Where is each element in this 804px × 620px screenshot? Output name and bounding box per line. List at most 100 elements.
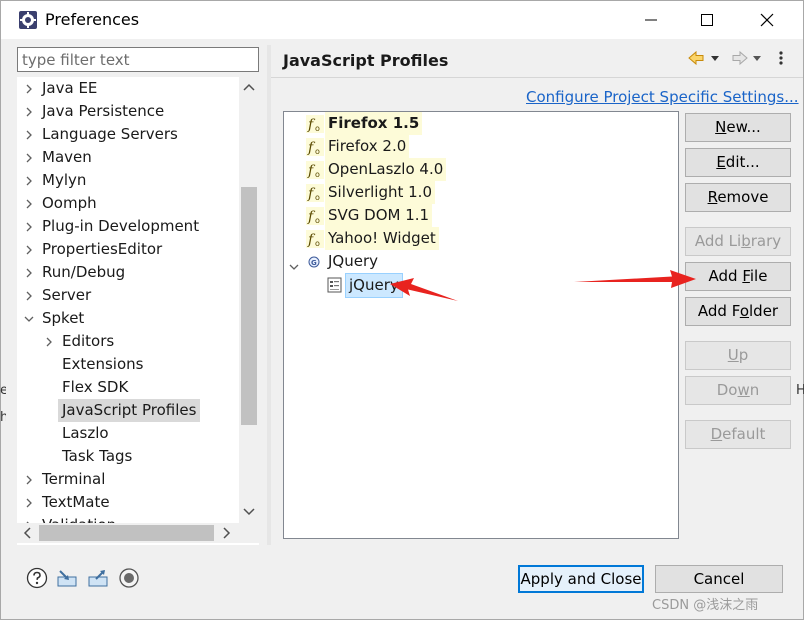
profile-label: SVG DOM 1.1 <box>325 204 433 227</box>
profile-tree-item[interactable]: f o Silverlight 1.0 <box>284 181 678 204</box>
tree-item[interactable]: Terminal <box>17 468 239 491</box>
function-icon: fo <box>306 207 324 225</box>
tree-item[interactable]: JavaScript Profiles <box>17 399 239 422</box>
tree-item[interactable]: Editors <box>17 330 239 353</box>
svg-text:o: o <box>315 170 320 179</box>
profile-tree-item[interactable]: f o OpenLaszlo 4.0 <box>284 158 678 181</box>
close-window-button[interactable] <box>739 1 795 39</box>
tree-item-label: Plug-in Development <box>42 217 200 235</box>
tree-item[interactable]: Maven <box>17 146 239 169</box>
tree-item[interactable]: Run/Debug <box>17 261 239 284</box>
library-icon <box>326 276 344 294</box>
tree-item[interactable]: Flex SDK <box>17 376 239 399</box>
tree-item[interactable]: Extensions <box>17 353 239 376</box>
remove-button[interactable]: Remove <box>685 183 791 212</box>
chevron-right-icon[interactable] <box>22 238 36 261</box>
tree-horizontal-scroll-thumb[interactable] <box>39 525 214 541</box>
forward-dropdown-icon[interactable] <box>753 56 761 61</box>
tree-item[interactable]: Task Tags <box>17 445 239 468</box>
profile-tree-item[interactable]: G JQuery <box>284 250 678 273</box>
profile-label: OpenLaszlo 4.0 <box>325 158 447 181</box>
record-icon[interactable] <box>118 567 140 589</box>
tree-item[interactable]: Laszlo <box>17 422 239 445</box>
tree-item[interactable]: Oomph <box>17 192 239 215</box>
profile-tree-item[interactable]: f o Firefox 1.5 <box>284 112 678 135</box>
background-window-edge: e <box>0 383 6 398</box>
chevron-right-icon[interactable] <box>22 77 36 100</box>
tree-item[interactable]: TextMate <box>17 491 239 514</box>
profile-tree-item[interactable]: f o Yahoo! Widget <box>284 227 678 250</box>
tree-item[interactable]: Plug-in Development <box>17 215 239 238</box>
chevron-right-icon[interactable] <box>22 192 36 215</box>
tree-item-label: Terminal <box>42 470 106 488</box>
chevron-right-icon[interactable] <box>22 100 36 123</box>
up-button[interactable]: Up <box>685 341 791 370</box>
chevron-right-icon[interactable] <box>22 261 36 284</box>
chevron-right-icon[interactable] <box>22 169 36 192</box>
function-icon: fo <box>306 230 324 248</box>
apply-and-close-button[interactable]: Apply and Close <box>518 565 644 593</box>
scroll-down-button[interactable] <box>239 503 259 521</box>
button-label-part: Do <box>716 381 738 399</box>
watermark: CSDN @浅沫之雨 <box>652 598 759 613</box>
button-label-part: p <box>738 346 749 364</box>
help-icon[interactable] <box>26 567 48 589</box>
minimize-button[interactable] <box>623 1 679 39</box>
new-button[interactable]: New... <box>685 113 791 142</box>
scroll-up-button[interactable] <box>239 78 259 96</box>
function-icon: fo <box>306 115 324 133</box>
profile-label: JQuery <box>328 252 379 270</box>
forward-arrow-icon[interactable] <box>732 50 748 66</box>
filter-input[interactable] <box>17 47 259 72</box>
view-menu-icon[interactable] <box>779 51 783 65</box>
back-arrow-icon[interactable] <box>688 50 704 66</box>
tree-item[interactable]: Server <box>17 284 239 307</box>
chevron-right-icon[interactable] <box>22 284 36 307</box>
pane-splitter[interactable] <box>267 45 271 545</box>
chevron-right-icon[interactable] <box>22 215 36 238</box>
chevron-right-icon[interactable] <box>22 491 36 514</box>
chevron-right-icon[interactable] <box>22 146 36 169</box>
tree-item[interactable]: Spket <box>17 307 239 330</box>
default-button[interactable]: Default <box>685 420 791 449</box>
edit-button[interactable]: Edit... <box>685 148 791 177</box>
chevron-right-icon[interactable] <box>22 468 36 491</box>
profile-tree-item[interactable]: f o SVG DOM 1.1 <box>284 204 678 227</box>
chevron-down-icon[interactable] <box>22 307 36 330</box>
profile-tree-item[interactable]: f o Firefox 2.0 <box>284 135 678 158</box>
cancel-button[interactable]: Cancel <box>655 565 783 593</box>
down-button[interactable]: Down <box>685 376 791 405</box>
maximize-button[interactable] <box>679 1 735 39</box>
maximize-icon <box>701 14 713 26</box>
tree-vertical-scroll-thumb[interactable] <box>241 187 257 425</box>
configure-project-settings-link[interactable]: Configure Project Specific Settings... <box>526 88 799 106</box>
add-library-button[interactable]: Add Library <box>685 227 791 256</box>
tree-item[interactable]: Java Persistence <box>17 100 239 123</box>
tree-item-label: Extensions <box>62 355 144 373</box>
chevron-right-icon[interactable] <box>42 330 56 353</box>
import-icon[interactable] <box>56 567 78 589</box>
button-mnemonic: D <box>710 425 723 443</box>
button-label-part: emove <box>717 188 769 206</box>
export-icon[interactable] <box>87 567 109 589</box>
add-folder-button[interactable]: Add Folder <box>685 297 791 326</box>
tree-item-label: Task Tags <box>62 447 133 465</box>
button-mnemonic: o <box>739 302 749 320</box>
scroll-left-button[interactable] <box>18 524 36 542</box>
profile-tree-item[interactable]: jQuery <box>284 273 678 298</box>
tree-item[interactable]: Java EE <box>17 77 239 100</box>
chevron-right-icon[interactable] <box>22 123 36 146</box>
tree-item-label: PropertiesEditor <box>42 240 163 258</box>
minimize-icon <box>645 19 657 21</box>
chevron-up-icon <box>243 83 255 91</box>
profiles-tree[interactable]: f o Firefox 1.5 f o Firefox 2.0 f o OpenLaszlo 4… <box>283 111 679 539</box>
preferences-tree[interactable]: Java EE Java Persistence Language Servers M… <box>17 77 259 545</box>
tree-item[interactable]: Mylyn <box>17 169 239 192</box>
tree-item-label: JavaScript Profiles <box>58 399 201 422</box>
add-file-button[interactable]: Add File <box>685 262 791 291</box>
tree-item[interactable]: PropertiesEditor <box>17 238 239 261</box>
scroll-right-button[interactable] <box>218 524 236 542</box>
back-dropdown-icon[interactable] <box>711 56 719 61</box>
chevron-down-icon <box>243 508 255 516</box>
tree-item[interactable]: Language Servers <box>17 123 239 146</box>
